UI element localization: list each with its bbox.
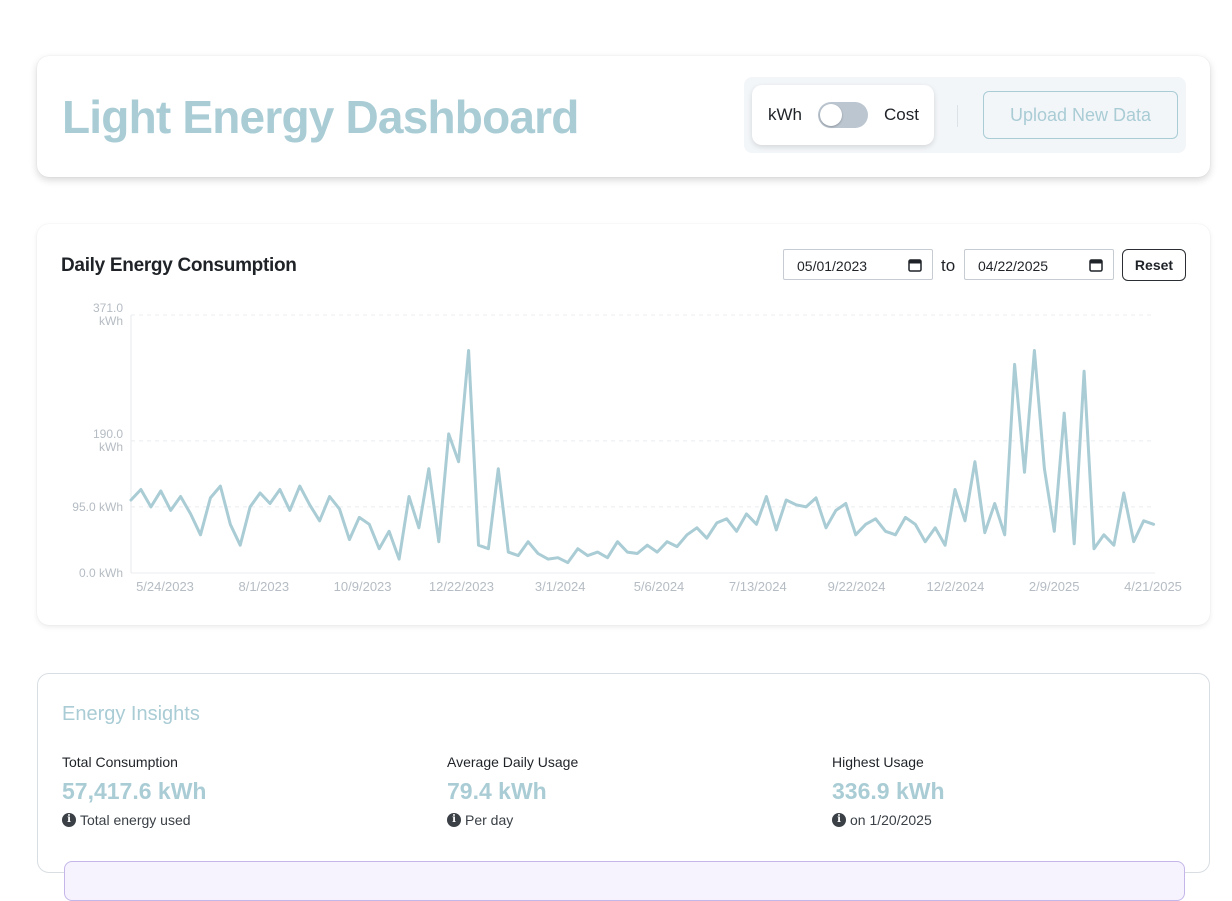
x-tick-label: 8/1/2023 bbox=[238, 579, 289, 594]
y-tick-label: 0.0 kWh bbox=[79, 566, 123, 580]
unit-toggle-container: kWh Cost bbox=[752, 85, 934, 145]
stat-value: 57,417.6 kWh bbox=[62, 778, 207, 804]
stat-value: 336.9 kWh bbox=[832, 778, 945, 804]
x-tick-label: 10/9/2023 bbox=[334, 579, 392, 594]
x-tick-label: 12/2/2024 bbox=[926, 579, 984, 594]
info-icon: i bbox=[447, 813, 461, 827]
toggle-knob bbox=[820, 104, 842, 126]
insights-card: Energy Insights Total Consumption 57,417… bbox=[37, 673, 1210, 901]
unit-toggle-switch[interactable] bbox=[818, 102, 868, 128]
stat-total-consumption: Total Consumption 57,417.6 kWh i Total e… bbox=[62, 754, 422, 828]
stat-average-daily-usage: Average Daily Usage 79.4 kWh i Per day bbox=[447, 754, 807, 828]
x-tick-label: 5/24/2023 bbox=[136, 579, 194, 594]
stat-note-text: on 1/20/2025 bbox=[850, 812, 932, 828]
stat-label: Highest Usage bbox=[832, 754, 924, 770]
consumption-line-chart: 0.0 kWh 95.0 kWh 190.0 kWh 371.0 kWh 5/24/2023… bbox=[72, 301, 1182, 594]
stat-highest-usage: Highest Usage 336.9 kWh i on 1/20/2025 bbox=[832, 754, 1192, 828]
stat-note: i Total energy used bbox=[62, 812, 422, 828]
info-icon: i bbox=[832, 813, 846, 827]
stat-note: i Per day bbox=[447, 812, 807, 828]
x-tick-label: 12/22/2023 bbox=[429, 579, 494, 594]
controls-divider bbox=[957, 105, 958, 127]
y-tick-label: 371.0 kWh bbox=[93, 301, 123, 328]
series-line bbox=[129, 349, 1156, 565]
info-icon: i bbox=[62, 813, 76, 827]
insights-title: Energy Insights bbox=[62, 703, 200, 725]
upload-new-data-button[interactable]: Upload New Data bbox=[983, 91, 1178, 139]
stat-label: Total Consumption bbox=[62, 754, 178, 770]
insights-alert-strip bbox=[64, 861, 1185, 901]
stat-note-text: Per day bbox=[465, 812, 514, 828]
stat-value: 79.4 kWh bbox=[447, 778, 547, 804]
chart-card: Daily Energy Consumption 05/01/2023 to 0… bbox=[37, 224, 1210, 625]
toggle-kwh-label: kWh bbox=[768, 105, 802, 124]
stat-note-text: Total energy used bbox=[80, 812, 191, 828]
stat-label: Average Daily Usage bbox=[447, 754, 579, 770]
x-tick-label: 5/6/2024 bbox=[634, 579, 685, 594]
toggle-cost-label: Cost bbox=[884, 105, 919, 124]
x-tick-label: 4/21/2025 bbox=[1124, 579, 1182, 594]
x-tick-label: 7/13/2024 bbox=[729, 579, 787, 594]
x-tick-label: 2/9/2025 bbox=[1029, 579, 1080, 594]
header-controls: kWh Cost Upload New Data bbox=[744, 77, 1186, 153]
x-tick-label: 3/1/2024 bbox=[535, 579, 586, 594]
y-tick-label: 95.0 kWh bbox=[72, 500, 123, 514]
app-title: Light Energy Dashboard bbox=[62, 91, 579, 143]
x-tick-label: 9/22/2024 bbox=[828, 579, 886, 594]
header-card: Light Energy Dashboard kWh Cost Upload N… bbox=[37, 56, 1210, 177]
stat-note: i on 1/20/2025 bbox=[832, 812, 1192, 828]
y-tick-label: 190.0 kWh bbox=[93, 427, 123, 454]
